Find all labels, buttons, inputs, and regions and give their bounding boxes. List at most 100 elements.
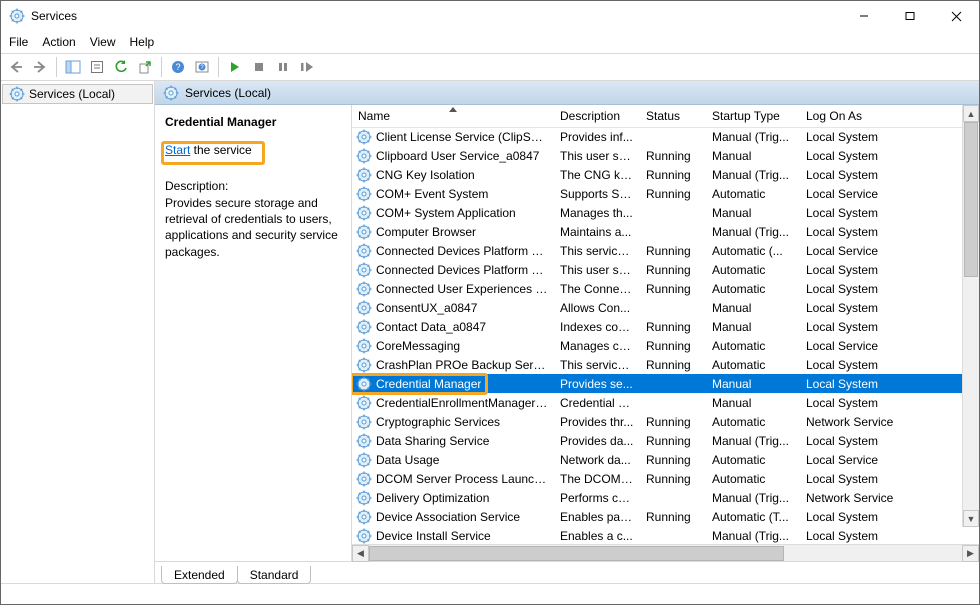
- close-button[interactable]: [933, 1, 979, 31]
- titlebar: Services: [1, 1, 979, 31]
- table-row[interactable]: COM+ System ApplicationManages th...Manu…: [352, 203, 979, 222]
- table-row[interactable]: ConsentUX_a0847Allows Con...ManualLocal …: [352, 298, 979, 317]
- col-description[interactable]: Description: [554, 105, 640, 127]
- cell-startup: Automatic: [706, 184, 800, 203]
- table-row[interactable]: Connected Devices Platform Se...This ser…: [352, 241, 979, 260]
- scroll-down-icon[interactable]: ▼: [963, 510, 979, 527]
- table-row[interactable]: Computer BrowserMaintains a...Manual (Tr…: [352, 222, 979, 241]
- hscroll-thumb[interactable]: [369, 546, 784, 561]
- maximize-button[interactable]: [887, 1, 933, 31]
- cell-name: CredentialEnrollmentManagerU...: [352, 393, 554, 412]
- cell-description: The DCOML...: [554, 469, 640, 488]
- minimize-button[interactable]: [841, 1, 887, 31]
- col-name[interactable]: Name: [352, 105, 554, 127]
- scroll-thumb[interactable]: [964, 122, 978, 277]
- back-button[interactable]: [5, 56, 27, 78]
- menu-action[interactable]: Action: [42, 35, 75, 49]
- help-button[interactable]: ?: [167, 56, 189, 78]
- table-row[interactable]: COM+ Event SystemSupports Sy...RunningAu…: [352, 184, 979, 203]
- table-row[interactable]: Data UsageNetwork da...RunningAutomaticL…: [352, 450, 979, 469]
- tab-standard[interactable]: Standard: [237, 566, 312, 584]
- cell-logon: Local System: [800, 355, 979, 374]
- menu-file[interactable]: File: [9, 35, 28, 49]
- scroll-left-icon[interactable]: ◀: [352, 545, 369, 562]
- service-name: Device Install Service: [376, 529, 491, 543]
- cell-startup: Automatic: [706, 260, 800, 279]
- table-row[interactable]: Data Sharing ServiceProvides da...Runnin…: [352, 431, 979, 450]
- service-name: Cryptographic Services: [376, 415, 500, 429]
- service-name: Credential Manager: [376, 377, 481, 391]
- table-row[interactable]: CNG Key IsolationThe CNG ke...RunningMan…: [352, 165, 979, 184]
- refresh-button[interactable]: [110, 56, 132, 78]
- properties-button[interactable]: [86, 56, 108, 78]
- table-row[interactable]: CrashPlan PROe Backup ServiceThis servic…: [352, 355, 979, 374]
- menu-view[interactable]: View: [90, 35, 116, 49]
- cell-name: COM+ Event System: [352, 184, 554, 203]
- services-table[interactable]: Name Description Status Startup Type Log…: [352, 105, 979, 544]
- table-row[interactable]: CredentialEnrollmentManagerU...Credentia…: [352, 393, 979, 412]
- table-row[interactable]: Contact Data_a0847Indexes con...RunningM…: [352, 317, 979, 336]
- table-row[interactable]: Connected User Experiences an...The Conn…: [352, 279, 979, 298]
- table-row[interactable]: Delivery OptimizationPerforms co...Manua…: [352, 488, 979, 507]
- start-service-link[interactable]: Start: [165, 143, 190, 157]
- cell-description: Manages th...: [554, 203, 640, 222]
- hscroll-track[interactable]: [369, 545, 962, 562]
- col-logon[interactable]: Log On As: [800, 105, 979, 127]
- table-row[interactable]: Cryptographic Services Provides thr...Run…: [352, 412, 979, 431]
- service-name: COM+ Event System: [376, 187, 488, 201]
- table-row[interactable]: Device Install ServiceEnables a c...Manu…: [352, 526, 979, 544]
- table-row[interactable]: CoreMessagingManages co...RunningAutomat…: [352, 336, 979, 355]
- restart-service-button[interactable]: [296, 56, 318, 78]
- gear-icon: [356, 395, 372, 411]
- cell-name: Computer Browser: [352, 222, 554, 241]
- start-service-button[interactable]: [224, 56, 246, 78]
- cell-logon: Local Service: [800, 184, 979, 203]
- table-row[interactable]: Connected Devices Platform Us...This use…: [352, 260, 979, 279]
- cell-startup: Manual (Trig...: [706, 127, 800, 146]
- cell-logon: Local System: [800, 146, 979, 165]
- stop-service-button[interactable]: [248, 56, 270, 78]
- cell-description: Manages co...: [554, 336, 640, 355]
- service-name: Connected Devices Platform Se...: [376, 244, 548, 258]
- window-controls: [841, 1, 979, 31]
- table-row[interactable]: Device Association ServiceEnables pair..…: [352, 507, 979, 526]
- scroll-up-icon[interactable]: ▲: [963, 105, 979, 122]
- cell-status: Running: [640, 431, 706, 450]
- cell-logon: Local System: [800, 469, 979, 488]
- table-row[interactable]: Client License Service (ClipSVC)Provides…: [352, 127, 979, 146]
- cell-description: Provides se...: [554, 374, 640, 393]
- right-pane: Services (Local) Credential Manager Star…: [155, 81, 979, 583]
- cell-status: [640, 127, 706, 146]
- export-button[interactable]: [134, 56, 156, 78]
- gear-icon: [356, 281, 372, 297]
- pause-service-button[interactable]: [272, 56, 294, 78]
- table-row[interactable]: Clipboard User Service_a0847This user se…: [352, 146, 979, 165]
- gear-icon: [356, 129, 372, 145]
- vertical-scrollbar[interactable]: ▲ ▼: [962, 105, 979, 527]
- cell-startup: Manual: [706, 298, 800, 317]
- gear-icon: [9, 86, 25, 102]
- svg-text:?: ?: [175, 62, 180, 72]
- col-startup[interactable]: Startup Type: [706, 105, 800, 127]
- scroll-track[interactable]: [963, 122, 979, 510]
- cell-status: Running: [640, 412, 706, 431]
- cell-logon: Local System: [800, 203, 979, 222]
- cell-description: Provides thr...: [554, 412, 640, 431]
- cell-status: Running: [640, 165, 706, 184]
- cell-status: [640, 222, 706, 241]
- horizontal-scrollbar[interactable]: ◀ ▶: [352, 544, 979, 561]
- cell-startup: Automatic: [706, 279, 800, 298]
- show-hide-tree-button[interactable]: [62, 56, 84, 78]
- col-status[interactable]: Status: [640, 105, 706, 127]
- help2-button[interactable]: ?: [191, 56, 213, 78]
- tab-extended[interactable]: Extended: [161, 566, 238, 584]
- table-row[interactable]: DCOM Server Process LauncherThe DCOML...…: [352, 469, 979, 488]
- cell-status: Running: [640, 450, 706, 469]
- cell-name: Device Association Service: [352, 507, 554, 526]
- table-row[interactable]: Credential ManagerProvides se...ManualLo…: [352, 374, 979, 393]
- cell-startup: Manual: [706, 393, 800, 412]
- menu-help[interactable]: Help: [130, 35, 155, 49]
- scroll-right-icon[interactable]: ▶: [962, 545, 979, 562]
- tree-root-item[interactable]: Services (Local): [2, 84, 153, 104]
- forward-button[interactable]: [29, 56, 51, 78]
